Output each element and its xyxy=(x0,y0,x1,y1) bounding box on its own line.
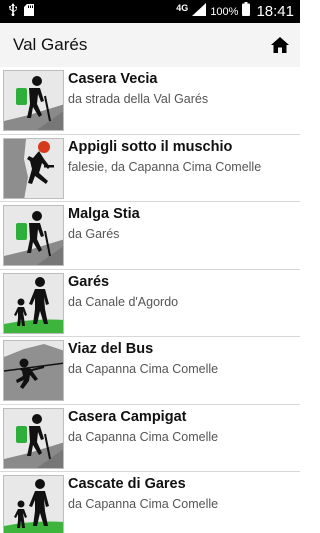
list-item-subtitle: da Canale d'Agordo xyxy=(68,294,179,309)
list-item-text: Appigli sotto il muschio falesie, da Cap… xyxy=(68,135,261,175)
home-icon xyxy=(271,37,289,53)
list-item-subtitle: falesie, da Capanna Cima Comelle xyxy=(68,159,262,174)
list-item-text: Malga Stia da Garés xyxy=(68,202,140,242)
list-item-title: Malga Stia xyxy=(68,206,140,222)
list-item-subtitle: da Capanna Cima Comelle xyxy=(68,429,219,444)
usb-icon xyxy=(8,2,18,21)
route-list: Casera Vecia da strada della Val Garés A… xyxy=(0,67,300,533)
family-walk-icon xyxy=(3,475,64,533)
list-item-text: Casera Vecia da strada della Val Garés xyxy=(68,67,208,107)
signal-icon xyxy=(192,2,207,21)
hiker-icon xyxy=(3,205,64,266)
list-item-text: Viaz del Bus da Capanna Cima Comelle xyxy=(68,337,218,377)
list-item-subtitle: da Capanna Cima Comelle xyxy=(68,362,219,376)
battery-percent: 100% xyxy=(210,5,239,18)
home-button[interactable] xyxy=(260,23,300,67)
list-item-title: Garés xyxy=(68,273,110,290)
list-item[interactable]: Appigli sotto il muschio falesie, da Cap… xyxy=(0,134,300,202)
list-item-subtitle: da Capanna Cima Comelle xyxy=(68,497,219,511)
list-item[interactable]: Viaz del Bus da Capanna Cima Comelle xyxy=(0,337,300,405)
list-item-title: Casera Campigat xyxy=(68,408,187,425)
list-item[interactable]: Garés da Canale d'Agordo xyxy=(0,269,300,337)
list-item-title: Cascate di Gares xyxy=(68,476,186,492)
hiker-icon xyxy=(3,407,64,469)
list-item[interactable]: Casera Campigat da Capanna Cima Comelle xyxy=(0,404,300,472)
list-item[interactable]: Cascate di Gares da Capanna Cima Comelle xyxy=(0,472,300,533)
list-item-title: Casera Vecia xyxy=(68,71,158,87)
list-item-subtitle: da Garés xyxy=(68,227,120,241)
list-item-title: Appigli sotto il muschio xyxy=(68,138,233,155)
network-type: 4G xyxy=(176,3,189,13)
via-ferrata-icon xyxy=(3,340,64,401)
list-item-text: Casera Campigat da Capanna Cima Comelle xyxy=(68,405,218,445)
page-title: Val Garés xyxy=(13,35,88,54)
list-item-title: Viaz del Bus xyxy=(68,341,154,357)
family-walk-icon xyxy=(3,272,64,334)
list-item[interactable]: Casera Vecia da strada della Val Garés xyxy=(0,67,300,135)
app-bar: Val Garés xyxy=(0,23,300,67)
list-item-text: Garés da Canale d'Agordo xyxy=(68,270,178,310)
status-bar: 4G 100% 18:41 xyxy=(0,0,300,23)
list-item-subtitle: da strada della Val Garés xyxy=(68,92,209,106)
list-item[interactable]: Malga Stia da Garés xyxy=(0,202,300,270)
list-item-text: Cascate di Gares da Capanna Cima Comelle xyxy=(68,472,218,512)
battery-icon xyxy=(242,2,251,21)
sd-card-icon xyxy=(24,3,34,21)
hiker-icon xyxy=(3,70,64,131)
clock: 18:41 xyxy=(256,3,294,20)
climber-icon xyxy=(3,137,64,199)
